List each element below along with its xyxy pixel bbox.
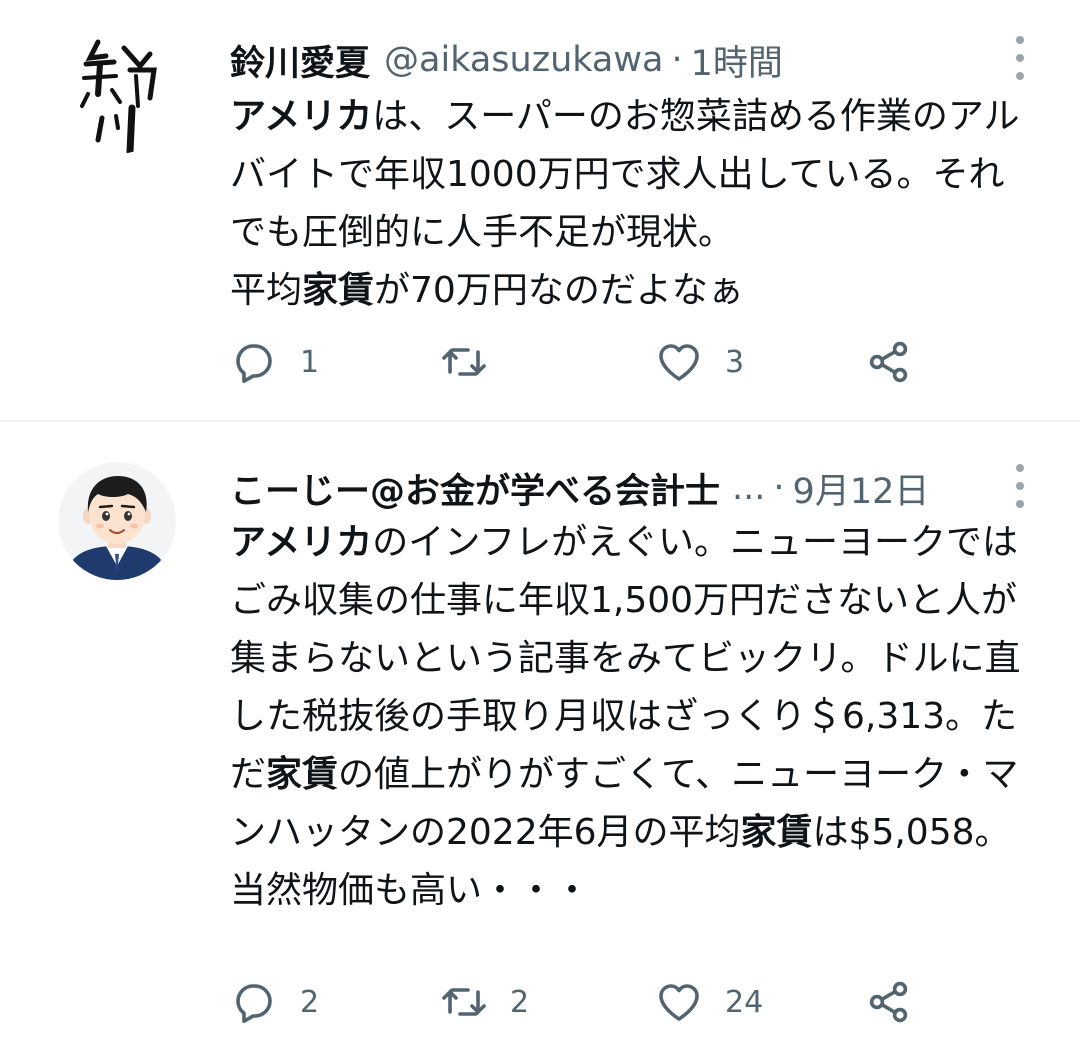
tweet-card[interactable]: こーじー@お金が学べる会計士 ... · 9月12日 アメリカのインフレがえぐい… bbox=[0, 422, 1080, 1056]
separator: · bbox=[671, 40, 683, 80]
text-segment: が70万円なのだよなぁ bbox=[374, 270, 744, 311]
reply-icon bbox=[236, 344, 272, 383]
author-name[interactable]: 鈴川愛夏 bbox=[230, 35, 370, 86]
like-button[interactable]: 3 bbox=[655, 332, 744, 392]
tweet-timestamp[interactable]: 1時間 bbox=[691, 35, 783, 86]
share-icon bbox=[869, 981, 908, 1023]
retweet-button[interactable]: 2 bbox=[440, 972, 529, 1032]
highlight-term: 家賃 bbox=[302, 270, 375, 311]
tweet-timestamp[interactable]: 9月12日 bbox=[793, 463, 930, 514]
tweet-header: 鈴川愛夏 @aikasuzukawa · 1時間 bbox=[230, 34, 990, 86]
calligraphy-icon bbox=[58, 36, 176, 154]
author-handle[interactable]: @aikasuzukawa bbox=[384, 40, 663, 80]
retweet-icon bbox=[442, 988, 486, 1016]
tweet-card[interactable]: 鈴川愛夏 @aikasuzukawa · 1時間 アメリカは、スーパーのお惣菜詰… bbox=[0, 0, 1080, 420]
share-button[interactable] bbox=[865, 972, 913, 1032]
highlight-term: アメリカ bbox=[230, 522, 373, 563]
more-options-icon[interactable] bbox=[1000, 36, 1040, 80]
tweet-text: アメリカは、スーパーのお惣菜詰める作業のアルバイトで年収1000万円で求人出して… bbox=[230, 88, 1030, 320]
retweet-button[interactable] bbox=[440, 332, 510, 392]
tweet-actions: 2 2 24 bbox=[230, 972, 950, 1032]
like-count: 3 bbox=[725, 344, 745, 380]
like-count: 24 bbox=[725, 984, 764, 1020]
highlight-term: 家賃 bbox=[266, 754, 339, 795]
reply-count: 2 bbox=[300, 984, 320, 1020]
highlight-term: アメリカ bbox=[230, 96, 373, 137]
tweet-header: こーじー@お金が学べる会計士 ... · 9月12日 bbox=[230, 462, 990, 514]
heart-icon bbox=[659, 344, 699, 381]
highlight-term: 家賃 bbox=[740, 812, 813, 853]
retweet-count: 2 bbox=[510, 984, 530, 1020]
reply-button[interactable]: 1 bbox=[230, 332, 319, 392]
tweet-text: アメリカのインフレがえぐい。ニューヨークではごみ収集の仕事に年収1,500万円だ… bbox=[230, 514, 1030, 920]
share-icon bbox=[869, 341, 908, 383]
more-options-icon[interactable] bbox=[1000, 464, 1040, 508]
separator: · bbox=[773, 468, 785, 508]
share-button[interactable] bbox=[865, 332, 913, 392]
cartoon-man-avatar[interactable] bbox=[58, 462, 176, 580]
tweet-actions: 1 3 bbox=[230, 332, 950, 392]
retweet-icon bbox=[442, 348, 486, 376]
calligraphy-avatar[interactable] bbox=[58, 36, 176, 154]
person-icon bbox=[58, 462, 176, 580]
heart-icon bbox=[659, 984, 699, 1021]
reply-icon bbox=[236, 984, 272, 1023]
like-button[interactable]: 24 bbox=[655, 972, 763, 1032]
reply-count: 1 bbox=[300, 344, 320, 380]
truncation-ellipsis: ... bbox=[732, 468, 766, 508]
reply-button[interactable]: 2 bbox=[230, 972, 319, 1032]
author-name[interactable]: こーじー@お金が学べる会計士 bbox=[230, 463, 720, 514]
